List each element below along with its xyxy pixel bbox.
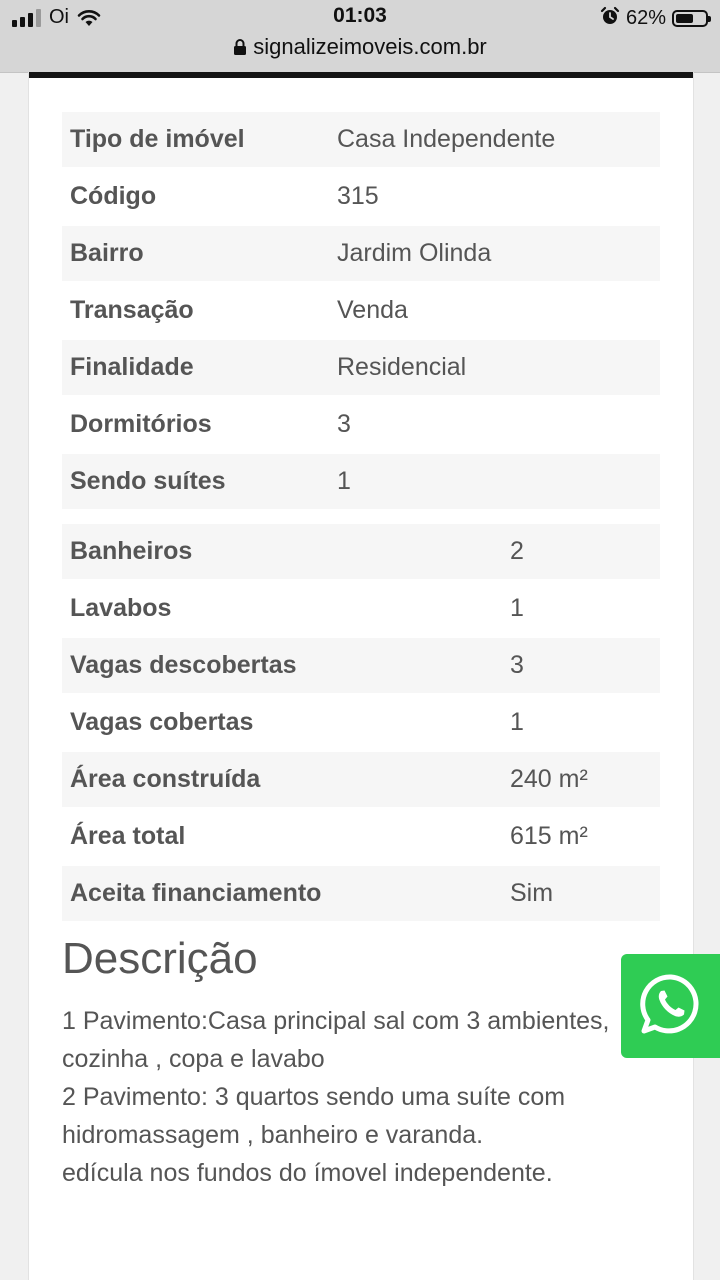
property-label: Vagas cobertas (62, 694, 502, 752)
property-value: 315 (329, 168, 660, 226)
whatsapp-icon (638, 971, 704, 1042)
table-row: Finalidade Residencial (62, 339, 660, 397)
property-value: 1 (502, 580, 660, 638)
property-details-card: Tipo de imóvel Casa Independente Código 315… (28, 72, 694, 1280)
table-row: Tipo de imóvel Casa Independente (62, 112, 660, 169)
property-value: 1 (329, 453, 660, 511)
property-value: Casa Independente (329, 112, 660, 169)
table-row: Dormitórios 3 (62, 396, 660, 454)
url-text: signalizeimoveis.com.br (253, 34, 487, 59)
property-value: 2 (502, 524, 660, 581)
property-label: Banheiros (62, 524, 502, 581)
property-label: Tipo de imóvel (62, 112, 329, 169)
property-value: Venda (329, 282, 660, 340)
property-value: 240 m² (502, 751, 660, 809)
description-line: 1 Pavimento:Casa principal sal com 3 amb… (62, 1007, 610, 1035)
property-label: Finalidade (62, 339, 329, 397)
table-row: Aceita financiamento Sim (62, 865, 660, 923)
alarm-icon (600, 6, 620, 31)
battery-icon (672, 10, 711, 27)
property-label: Sendo suítes (62, 453, 329, 511)
address-bar[interactable]: signalizeimoveis.com.br (0, 34, 720, 62)
description-line: cozinha , copa e lavabo (62, 1045, 325, 1073)
property-value: 3 (502, 637, 660, 695)
property-label: Dormitórios (62, 396, 329, 454)
property-value: Jardim Olinda (329, 225, 660, 283)
whatsapp-button[interactable] (621, 954, 720, 1058)
description-text: 1 Pavimento:Casa principal sal com 3 amb… (62, 1002, 702, 1192)
table-row: Lavabos 1 (62, 580, 660, 638)
battery-percentage: 62% (625, 7, 666, 29)
table-row: Vagas cobertas 1 (62, 694, 660, 752)
table-row: Área total 615 m² (62, 808, 660, 866)
description-line: edícula nos fundos do ímovel independent… (62, 1159, 553, 1187)
card-top-border (29, 72, 693, 78)
status-bar: Oi 01:03 62% signalizeimoveis.com.br (0, 0, 720, 73)
property-value: 615 m² (502, 808, 660, 866)
description-line: 2 Pavimento: 3 quartos sendo uma suíte c… (62, 1083, 566, 1111)
property-value: Sim (502, 865, 660, 923)
property-label: Aceita financiamento (62, 865, 502, 923)
description-title: Descrição (62, 934, 258, 983)
property-label: Área construída (62, 751, 502, 809)
property-label: Vagas descobertas (62, 637, 502, 695)
table-row: Banheiros 2 (62, 524, 660, 581)
property-value: Residencial (329, 339, 660, 397)
status-right: 62% (600, 6, 711, 31)
property-value: 1 (502, 694, 660, 752)
property-label: Transação (62, 282, 329, 340)
property-label: Lavabos (62, 580, 502, 638)
table-row: Sendo suítes 1 (62, 453, 660, 511)
table-row: Vagas descobertas 3 (62, 637, 660, 695)
table-row: Código 315 (62, 168, 660, 226)
lock-icon (233, 36, 247, 62)
table-row: Área construída 240 m² (62, 751, 660, 809)
property-info-table: Tipo de imóvel Casa Independente Código 315… (62, 112, 660, 511)
property-label: Código (62, 168, 329, 226)
description-line: hidromassagem , banheiro e varanda. (62, 1121, 484, 1149)
table-row: Bairro Jardim Olinda (62, 225, 660, 283)
property-value: 3 (329, 396, 660, 454)
property-label: Bairro (62, 225, 329, 283)
table-row: Transação Venda (62, 282, 660, 340)
property-features-table: Banheiros 2 Lavabos 1 Vagas descobertas 3 Vaga… (62, 524, 660, 923)
property-label: Área total (62, 808, 502, 866)
